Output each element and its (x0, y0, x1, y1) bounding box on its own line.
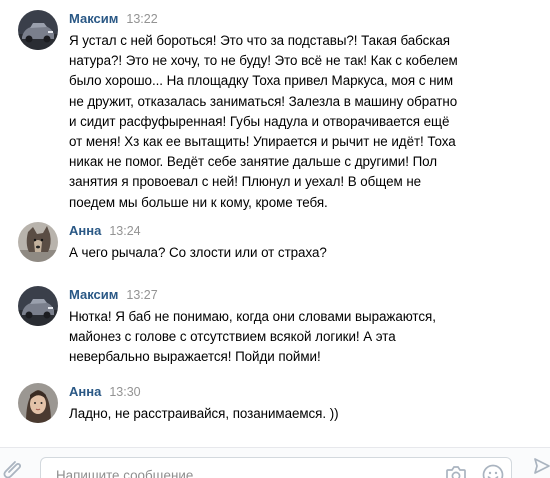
message-composer: Напишите сообщение... (0, 447, 550, 478)
car-avatar-icon (18, 10, 58, 50)
camera-icon[interactable] (445, 464, 467, 478)
send-icon[interactable] (533, 456, 550, 476)
message-time: 13:27 (126, 288, 158, 302)
message: Максим 13:22 Я устал с ней бороться! Это … (18, 10, 538, 210)
woman-avatar-icon (18, 383, 58, 423)
message: Максим 13:27 Нютка! Я баб не понимаю, ког… (18, 286, 538, 371)
message-input-placeholder: Напишите сообщение... (56, 468, 205, 478)
car-avatar-icon (18, 286, 58, 326)
message-time: 13:30 (109, 385, 141, 399)
message: Анна 13:30 Ладно, не расстраивайся, позан… (18, 383, 538, 428)
message-time: 13:24 (109, 224, 141, 238)
paperclip-icon[interactable] (0, 458, 24, 478)
avatar[interactable] (18, 222, 58, 262)
message-time: 13:22 (126, 12, 158, 26)
avatar[interactable] (18, 383, 58, 423)
message-text: Нютка! Я баб не понимаю, когда они слова… (69, 309, 436, 365)
smile-icon[interactable] (482, 464, 504, 478)
message: Анна 13:24 А чего рычала? Со злости или о… (18, 222, 538, 267)
message-header: Максим 13:22 (69, 10, 158, 28)
message-header: Анна 13:30 (69, 383, 141, 401)
message-text: А чего рычала? Со злости или от страха? (69, 245, 327, 260)
author-name[interactable]: Анна (69, 384, 101, 399)
avatar[interactable] (18, 286, 58, 326)
message-text: Я устал с ней бороться! Это что за подст… (69, 33, 458, 210)
message-text: Ладно, не расстраивайся, позанимаемся. )… (69, 406, 339, 421)
avatar[interactable] (18, 10, 58, 50)
message-header: Анна 13:24 (69, 222, 141, 240)
dog-avatar-icon (18, 222, 58, 262)
author-name[interactable]: Анна (69, 223, 101, 238)
message-header: Максим 13:27 (69, 286, 158, 304)
author-name[interactable]: Максим (69, 287, 118, 302)
message-input[interactable]: Напишите сообщение... (40, 457, 512, 478)
message-history: Максим 13:22 Я устал с ней бороться! Это … (0, 0, 550, 447)
author-name[interactable]: Максим (69, 11, 118, 26)
